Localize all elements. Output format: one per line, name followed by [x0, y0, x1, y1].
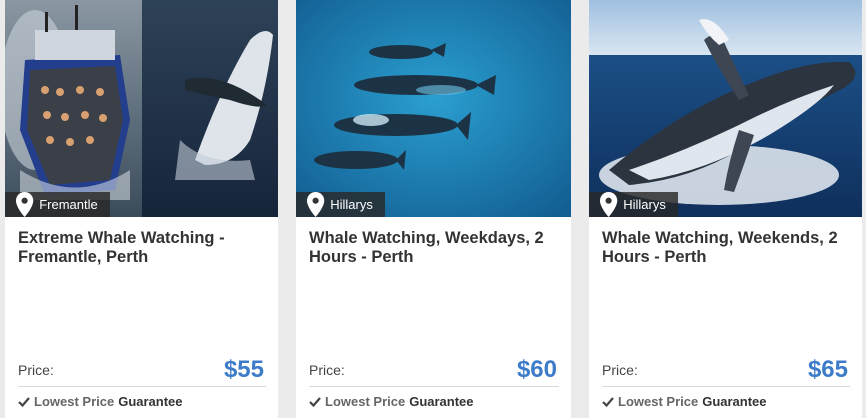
lowest-price-guarantee: Lowest Price Guarantee [18, 394, 183, 409]
tour-card[interactable]: Hillarys Whale Watching, Weekdays, 2 Hou… [296, 0, 571, 418]
divider [602, 386, 850, 387]
price-label: Price: [602, 362, 638, 378]
guarantee-part2: Guarantee [118, 394, 183, 409]
tour-photo[interactable]: Hillarys [589, 0, 862, 217]
check-icon [602, 397, 614, 407]
price-label: Price: [18, 362, 54, 378]
tour-title[interactable]: Whale Watching, Weekends, 2 Hours - Pert… [602, 229, 850, 267]
location-label: Fremantle [39, 197, 98, 212]
tour-photo[interactable]: Hillarys [296, 0, 571, 217]
check-icon [18, 397, 30, 407]
map-pin-icon [599, 192, 618, 217]
guarantee-part2: Guarantee [409, 394, 474, 409]
guarantee-part1: Lowest Price [34, 394, 115, 409]
price-value: $65 [807, 356, 848, 383]
divider [18, 386, 266, 387]
price-value: $55 [223, 356, 264, 383]
boat-and-whale-image [5, 0, 278, 217]
lowest-price-guarantee: Lowest Price Guarantee [602, 394, 767, 409]
whales-aerial-image [296, 0, 571, 217]
whale-breach-image [589, 0, 862, 217]
location-label: Hillarys [330, 197, 373, 212]
location-badge: Fremantle [5, 192, 110, 217]
guarantee-part1: Lowest Price [618, 394, 699, 409]
tour-title[interactable]: Extreme Whale Watching - Fremantle, Pert… [18, 229, 266, 267]
location-badge: Hillarys [296, 192, 385, 217]
tour-card[interactable]: Hillarys Whale Watching, Weekends, 2 Hou… [589, 0, 862, 418]
map-pin-icon [15, 192, 34, 217]
tour-photo[interactable]: Fremantle [5, 0, 278, 217]
guarantee-part2: Guarantee [702, 394, 767, 409]
price-value: $60 [516, 356, 557, 383]
tour-card[interactable]: Fremantle Extreme Whale Watching - Frema… [5, 0, 278, 418]
tour-title[interactable]: Whale Watching, Weekdays, 2 Hours - Pert… [309, 229, 559, 267]
guarantee-part1: Lowest Price [325, 394, 406, 409]
divider [309, 386, 559, 387]
check-icon [309, 397, 321, 407]
location-badge: Hillarys [589, 192, 678, 217]
location-label: Hillarys [623, 197, 666, 212]
map-pin-icon [306, 192, 325, 217]
price-label: Price: [309, 362, 345, 378]
lowest-price-guarantee: Lowest Price Guarantee [309, 394, 474, 409]
